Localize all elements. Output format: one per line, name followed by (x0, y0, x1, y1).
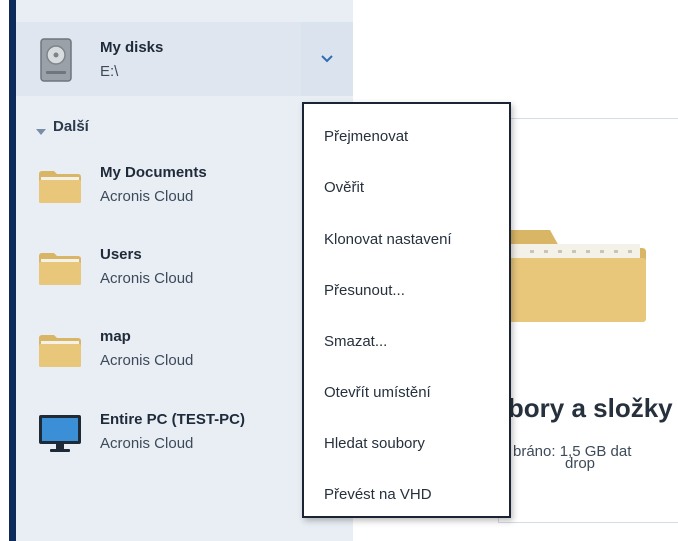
backup-item-name: My Documents (100, 164, 207, 181)
folder-icon (38, 334, 82, 373)
menu-item-search-files[interactable]: Hledat soubory (324, 435, 425, 452)
context-menu: Přejmenovat Ověřit Klonovat nastavení Př… (302, 102, 511, 518)
backup-title: ubory a složky (492, 393, 673, 423)
section-header-other[interactable]: Další (53, 118, 89, 135)
backup-item-destination: E:\ (100, 63, 119, 80)
menu-item-clone-settings[interactable]: Klonovat nastavení (324, 231, 452, 248)
hard-disk-icon (40, 38, 72, 87)
monitor-icon (38, 414, 82, 459)
menu-item-validate[interactable]: Ověřit (324, 179, 364, 196)
backup-item-destination: Acronis Cloud (100, 435, 194, 452)
backup-item-name: Entire PC (TEST-PC) (100, 411, 246, 428)
large-folder-icon (500, 222, 650, 327)
menu-item-delete[interactable]: Smazat... (324, 333, 387, 350)
backup-destination-info: drop (565, 455, 596, 472)
folder-icon (38, 252, 82, 291)
navigation-strip (9, 0, 16, 541)
menu-item-move[interactable]: Přesunout... (324, 282, 405, 299)
backup-item-destination: Acronis Cloud (100, 352, 194, 369)
backup-item-name: My disks (100, 39, 164, 56)
menu-item-rename[interactable]: Přejmenovat (324, 128, 408, 145)
menu-item-open-location[interactable]: Otevřít umístění (324, 384, 431, 401)
menu-item-convert-to-vhd[interactable]: Převést na VHD (324, 486, 432, 503)
backup-item-destination: Acronis Cloud (100, 188, 194, 205)
backup-item-name: Users (100, 246, 142, 263)
backup-item-name: map (100, 328, 131, 345)
folder-icon (38, 170, 82, 209)
window-edge (0, 0, 9, 541)
backup-item-destination: Acronis Cloud (100, 270, 194, 287)
backup-options-button[interactable] (301, 22, 353, 96)
chevron-down-icon (321, 50, 333, 68)
collapse-triangle-icon[interactable] (36, 123, 46, 141)
